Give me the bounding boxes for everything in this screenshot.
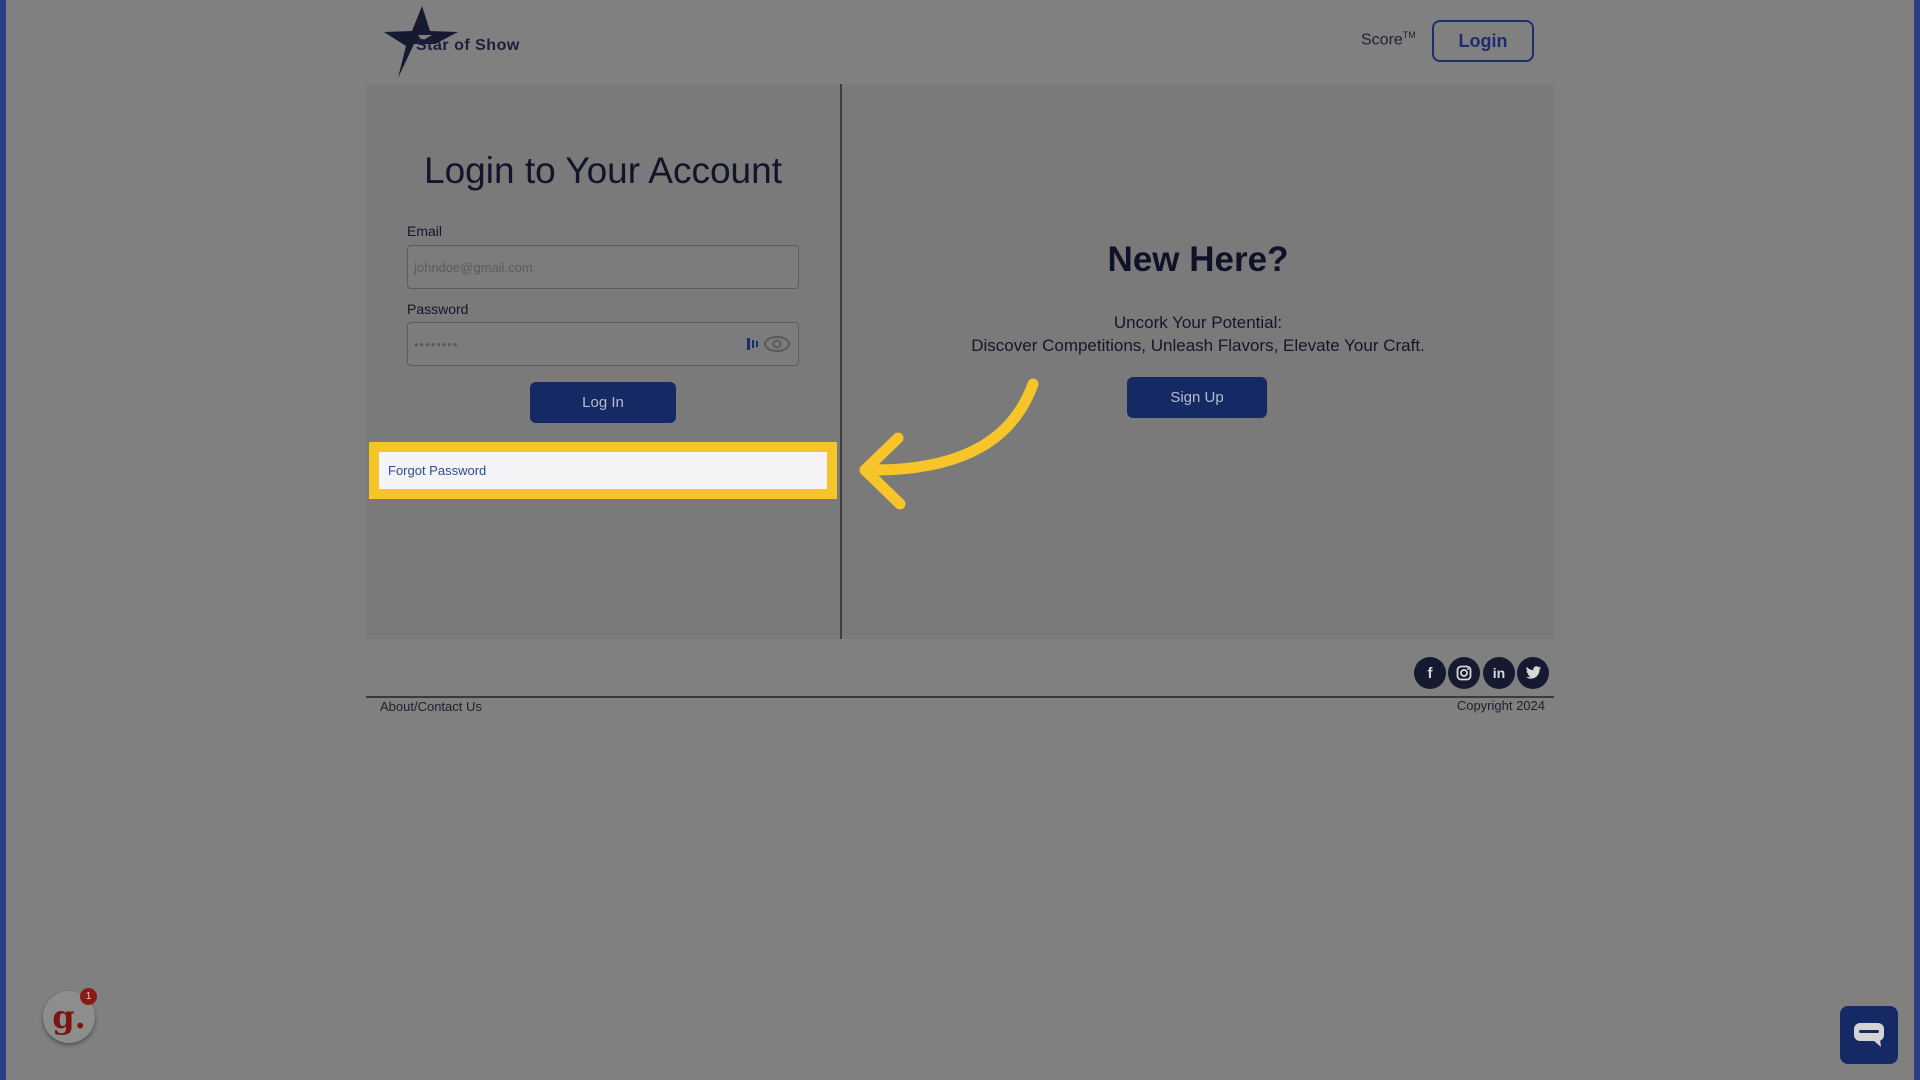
- forgot-password-link[interactable]: Forgot Password: [379, 452, 827, 489]
- header-login-button[interactable]: Login: [1432, 20, 1534, 62]
- new-here-title: New Here?: [1107, 240, 1289, 279]
- score-link[interactable]: ScoreTM: [1361, 30, 1416, 49]
- password-field[interactable]: ••••••••: [407, 322, 799, 366]
- email-field[interactable]: johndoe@gmail.com: [407, 245, 799, 289]
- score-label: Score: [1361, 31, 1403, 49]
- logo[interactable]: Star of Show: [382, 4, 522, 80]
- logo-text: Star of Show: [416, 37, 520, 54]
- instagram-icon[interactable]: [1448, 657, 1480, 689]
- twitter-icon[interactable]: [1517, 657, 1549, 689]
- chat-bubble-icon: [1854, 1023, 1884, 1047]
- footer-divider: [366, 696, 1554, 698]
- show-password-eye-icon[interactable]: [763, 334, 791, 354]
- signup-panel: [842, 84, 1554, 639]
- copyright-text: Copyright 2024: [1456, 698, 1545, 713]
- linkedin-icon[interactable]: in: [1483, 657, 1515, 689]
- log-in-button[interactable]: Log In: [530, 382, 676, 423]
- tagline-line-1: Uncork Your Potential:: [1113, 313, 1283, 332]
- callout-arrow-icon: [859, 378, 1039, 510]
- trademark-sup: TM: [1402, 30, 1416, 40]
- email-label: Email: [407, 223, 443, 239]
- facebook-icon[interactable]: f: [1414, 657, 1446, 689]
- password-manager-icon[interactable]: [747, 337, 759, 351]
- sign-up-button[interactable]: Sign Up: [1127, 377, 1267, 418]
- notification-badge: 1: [80, 988, 97, 1005]
- password-label: Password: [407, 301, 469, 317]
- chat-widget-button[interactable]: [1840, 1006, 1898, 1064]
- page-edge-left: [0, 0, 6, 1080]
- instagram-glyph: [1456, 665, 1472, 681]
- about-contact-link[interactable]: About/Contact Us: [380, 699, 482, 714]
- twitter-glyph: [1525, 666, 1541, 679]
- forgot-password-highlight: Forgot Password: [369, 442, 837, 499]
- login-title: Login to Your Account: [424, 150, 782, 191]
- tagline-line-2: Discover Competitions, Unleash Flavors, …: [971, 336, 1425, 355]
- page-edge-right: [1914, 0, 1920, 1080]
